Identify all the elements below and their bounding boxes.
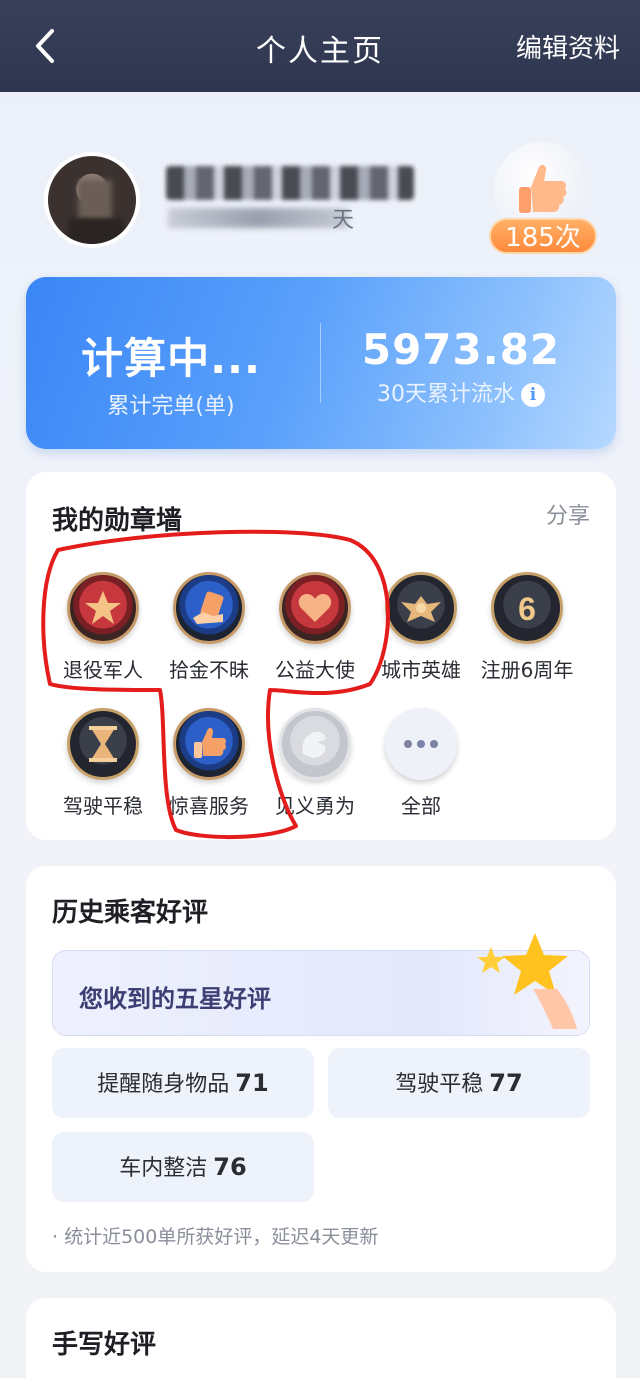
review-tag-count: 76 — [213, 1153, 247, 1181]
review-tag-count: 71 — [235, 1069, 269, 1097]
review-tag-label: 驾驶平稳 — [395, 1072, 484, 1097]
review-tag-label: 车内整洁 — [119, 1156, 208, 1181]
passenger-reviews-card: 历史乘客好评 您收到的五星好评 提醒随身物品 71 驾驶平稳 77 车内整洁 76 ·… — [26, 866, 616, 1272]
reviews-title: 历史乘客好评 — [52, 898, 209, 928]
review-tag-count: 77 — [489, 1069, 523, 1097]
review-tag[interactable]: 驾驶平稳 77 — [328, 1048, 590, 1118]
reviews-note: · 统计近500单所获好评，延迟4天更新 — [52, 1226, 379, 1248]
review-tag[interactable]: 提醒随身物品 71 — [52, 1048, 314, 1118]
handwritten-reviews-card: 手写好评 — [26, 1298, 616, 1378]
five-star-reviews-banner[interactable]: 您收到的五星好评 — [52, 933, 590, 1036]
handwritten-title: 手写好评 — [52, 1330, 157, 1360]
star-hand-icon — [477, 933, 577, 1029]
review-tag[interactable]: 车内整洁 76 — [52, 1132, 314, 1202]
review-tag-label: 提醒随身物品 — [97, 1072, 230, 1097]
five-star-label: 您收到的五星好评 — [79, 985, 271, 1013]
